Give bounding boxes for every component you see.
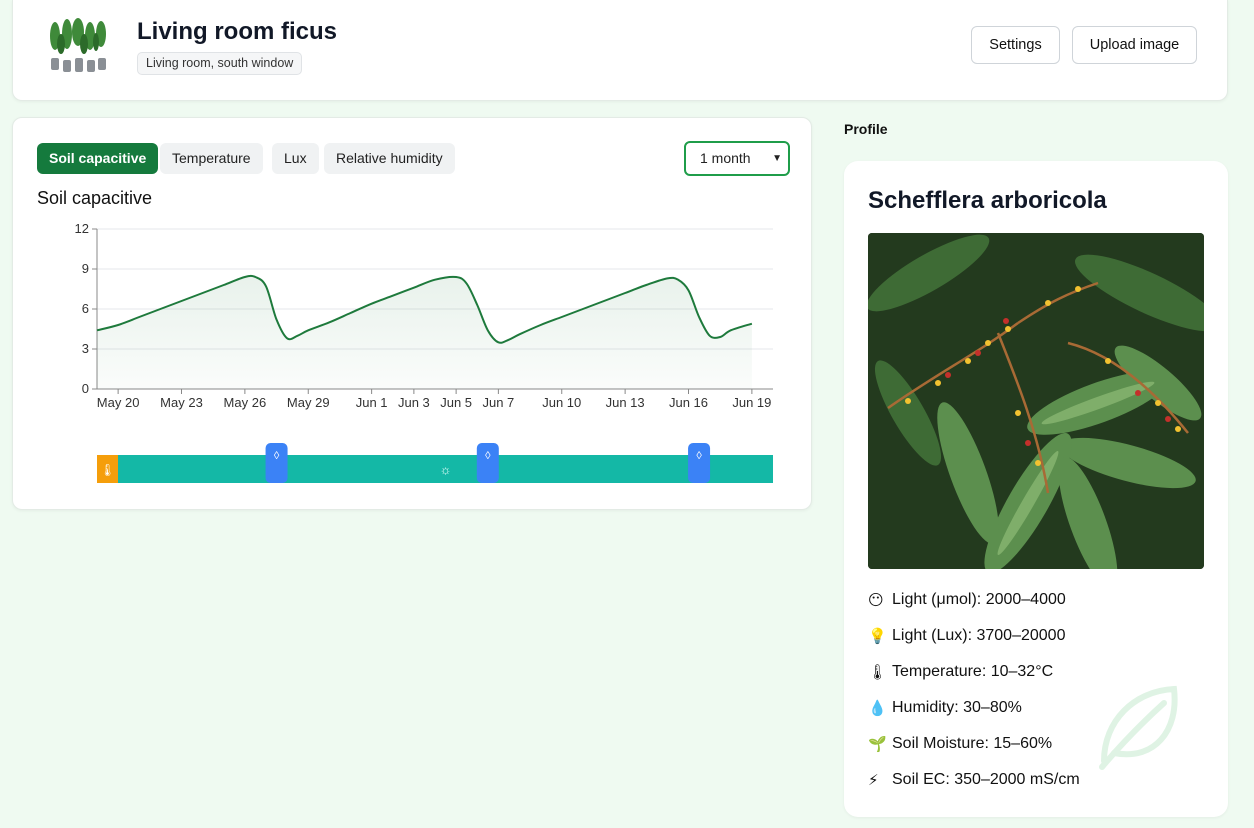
y-tick-label: 9 <box>82 261 89 276</box>
watering-marker <box>476 443 499 483</box>
y-tick-label: 6 <box>82 301 89 316</box>
face-icon: 😶 <box>868 592 884 609</box>
care-temperature: 🌡 Temperature: 10–32°C <box>868 663 1053 681</box>
series-area <box>97 275 752 389</box>
care-humidity: 💧 Humidity: 30–80% <box>868 699 1022 717</box>
droplet-icon: ◊ <box>696 450 702 462</box>
watering-marker <box>265 443 288 483</box>
thermometer-icon: 🌡 <box>868 664 888 681</box>
lightbulb-icon: 💡 <box>868 628 887 645</box>
chart-title: Soil capacitive <box>37 188 153 208</box>
plant-thumbnail <box>50 18 106 72</box>
droplet-icon: ◊ <box>274 450 280 462</box>
lightning-icon: ⚡ <box>868 772 879 789</box>
watering-marker <box>688 443 711 483</box>
upload-image-button[interactable]: Upload image <box>1072 26 1197 64</box>
y-tick-label: 0 <box>82 381 89 396</box>
x-tick-label: Jun 7 <box>482 395 514 410</box>
time-range-value: 1 month <box>700 150 751 166</box>
y-tick-label: 12 <box>75 221 89 236</box>
x-tick-label: Jun 1 <box>356 395 388 410</box>
x-tick-label: May 29 <box>287 395 330 410</box>
care-soil-moisture-text: Soil Moisture: 15–60% <box>892 735 1053 752</box>
tab-temperature[interactable]: Temperature <box>160 143 263 174</box>
chevron-down-icon: ▼ <box>772 153 782 164</box>
care-humidity-text: Humidity: 30–80% <box>892 699 1022 716</box>
x-tick-label: Jun 13 <box>606 395 645 410</box>
x-tick-label: May 26 <box>224 395 267 410</box>
time-range-select[interactable]: 1 month ▼ <box>684 141 790 176</box>
care-light-umol-text: Light (μmol): 2000–4000 <box>892 591 1066 608</box>
species-name: Schefflera arboricola <box>868 187 1107 214</box>
event-timeline: 🌡 ☼ ◊ ◊ ◊ <box>97 443 773 483</box>
x-tick-label: Jun 3 <box>398 395 430 410</box>
tab-relative-humidity[interactable]: Relative humidity <box>324 143 455 174</box>
header-card: Living room ficus Living room, south win… <box>12 0 1228 101</box>
care-soil-ec-text: Soil EC: 350–2000 mS/cm <box>892 771 1080 788</box>
droplet-icon: 💧 <box>868 700 887 717</box>
sun-icon: ☼ <box>440 462 452 477</box>
tab-soil-capacitive[interactable]: Soil capacitive <box>37 143 159 174</box>
profile-card: Schefflera arboricola 😶 Light (μmol): 20… <box>844 161 1228 817</box>
care-soil-ec: ⚡ Soil EC: 350–2000 mS/cm <box>868 771 1080 789</box>
y-tick-label: 3 <box>82 341 89 356</box>
page-title: Living room ficus <box>137 18 338 45</box>
settings-button[interactable]: Settings <box>971 26 1060 64</box>
timeline-bar <box>97 455 773 483</box>
droplet-icon: ◊ <box>485 450 491 462</box>
care-light-lux: 💡 Light (Lux): 3700–20000 <box>868 627 1065 645</box>
x-tick-label: Jun 5 <box>440 395 472 410</box>
thermometer-icon: 🌡 <box>100 463 115 477</box>
location-badge: Living room, south window <box>137 52 303 75</box>
x-tick-label: Jun 10 <box>542 395 581 410</box>
soil-capacitive-chart: 0 3 6 9 12 May 20 May 23 May 26 May 29 Jun 1 Jun 3… <box>75 221 773 410</box>
care-temperature-text: Temperature: 10–32°C <box>892 663 1054 680</box>
care-light-umol: 😶 Light (μmol): 2000–4000 <box>868 591 1066 609</box>
x-tick-label: Jun 16 <box>669 395 708 410</box>
sensor-chart-card: Soil capacitive Temperature Lux Relative… <box>12 117 812 510</box>
tab-lux[interactable]: Lux <box>272 143 319 174</box>
plant-photo <box>868 233 1204 569</box>
leaf-icon <box>1099 685 1178 770</box>
x-tick-label: May 23 <box>160 395 203 410</box>
profile-section-label: Profile <box>844 121 888 137</box>
x-tick-label: Jun 19 <box>732 395 771 410</box>
care-soil-moisture: 🌱 Soil Moisture: 15–60% <box>868 735 1052 753</box>
x-tick-label: May 20 <box>97 395 140 410</box>
seedling-icon: 🌱 <box>868 736 887 753</box>
care-light-lux-text: Light (Lux): 3700–20000 <box>892 627 1066 644</box>
